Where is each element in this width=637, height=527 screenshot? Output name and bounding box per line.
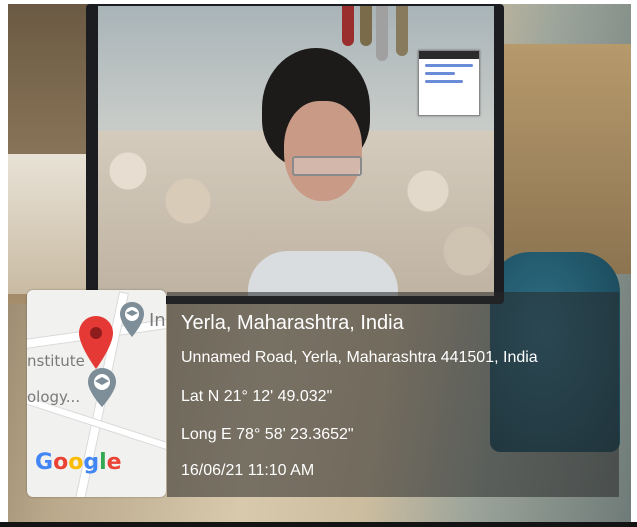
map-pin-icon <box>79 316 113 369</box>
medal <box>342 6 354 46</box>
graduation-cap-pin-icon <box>120 302 144 337</box>
video-call-mini-window <box>418 50 480 116</box>
room-floor <box>488 44 631 274</box>
medal <box>396 6 408 56</box>
address: Unnamed Road, Yerla, Maharashtra 441501,… <box>181 349 538 366</box>
map-thumbnail[interactable]: nstitute ology... In Google <box>27 290 166 497</box>
person-face <box>284 101 362 201</box>
laptop-screen <box>98 6 494 296</box>
medal <box>376 6 388 61</box>
timestamp: 16/06/21 11:10 AM <box>181 462 315 479</box>
place-name: Yerla, Maharashtra, India <box>181 312 404 334</box>
map-label: ology... <box>27 388 81 406</box>
medal <box>360 6 372 46</box>
glasses <box>292 156 362 176</box>
google-logo: Google <box>35 450 122 475</box>
geotag-info-panel: Yerla, Maharashtra, India Unnamed Road, … <box>167 292 619 497</box>
map-label: In <box>149 310 166 331</box>
map-label: nstitute <box>27 352 85 370</box>
desk-papers <box>8 154 93 294</box>
person-shirt <box>248 251 398 296</box>
bottom-border <box>0 522 637 527</box>
graduation-cap-pin-icon <box>88 368 116 407</box>
longitude: Long E 78° 58' 23.3652" <box>181 426 354 443</box>
latitude: Lat N 21° 12' 49.032" <box>181 388 333 405</box>
